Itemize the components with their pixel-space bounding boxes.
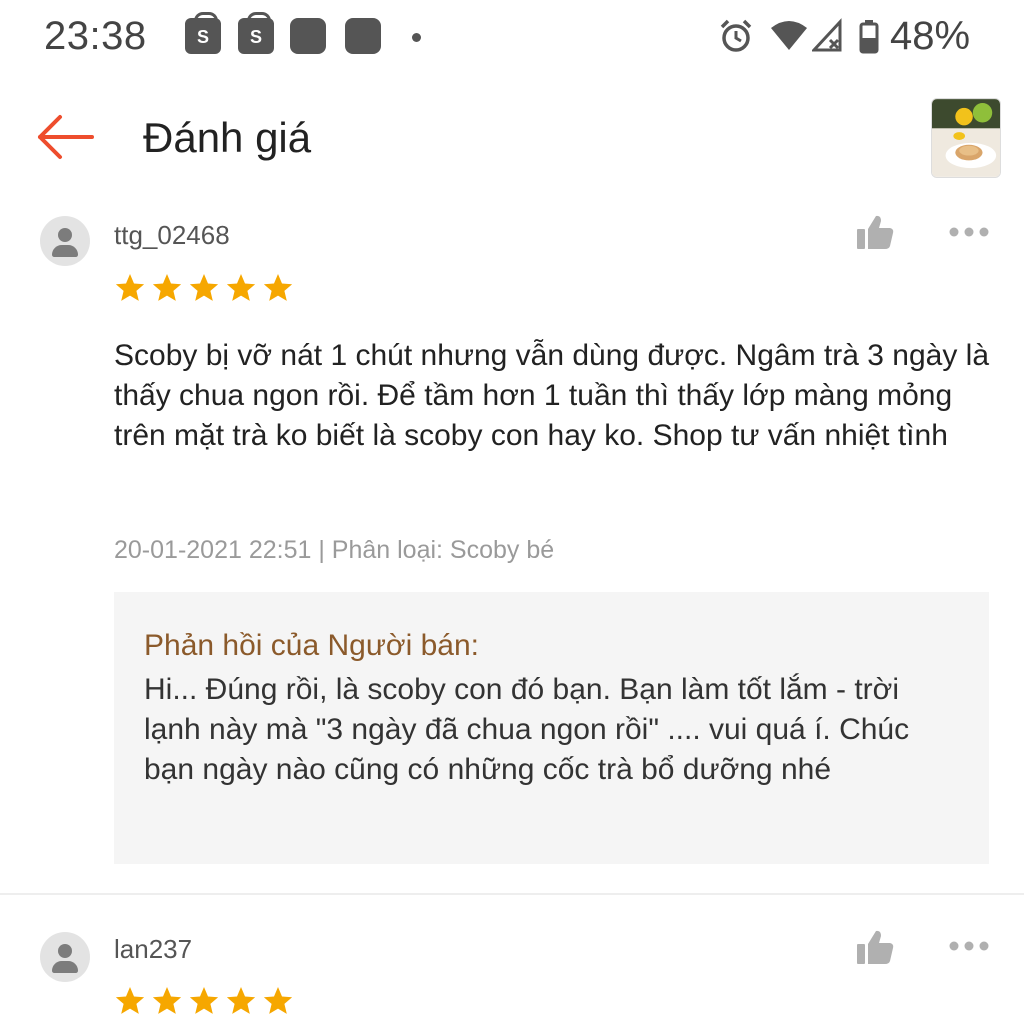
battery-percentage: 48% (890, 14, 971, 58)
star-rating (114, 272, 294, 304)
reviewer-username[interactable]: lan237 (114, 934, 192, 965)
review-item: lan237 (0, 896, 1024, 1024)
thumbs-up-icon (857, 215, 894, 249)
avatar[interactable] (40, 932, 90, 982)
review-meta: 20-01-2021 22:51 | Phân loại: Scoby bé (114, 536, 555, 564)
notification-square-icon (345, 18, 381, 54)
seller-reply-text: Hi... Đúng rồi, là scoby con đó bạn. Bạn… (144, 673, 910, 786)
star-icon (189, 274, 219, 301)
more-dots-icon (949, 941, 989, 951)
more-options-button[interactable] (948, 226, 990, 238)
star-icon (152, 987, 182, 1014)
seller-reply: Phản hồi của Người bán: Hi... Đúng rồi, … (114, 592, 989, 864)
dot-icon (412, 33, 421, 42)
review-item: ttg_02468 Scoby bị vỡ nát 1 chút nhưng v… (0, 196, 1024, 886)
seller-reply-title: Phản hồi của Người bán: (144, 629, 479, 662)
star-icon (263, 987, 293, 1014)
status-bar: 23:38 S S 48% (0, 0, 1024, 76)
more-options-button[interactable] (948, 940, 990, 952)
signal-icon (812, 18, 842, 52)
shopee-bag-icon: S (185, 12, 221, 54)
status-time: 23:38 (44, 14, 147, 58)
app-header: Đánh giá (0, 76, 1024, 196)
arrow-left-icon (38, 115, 94, 159)
more-dots-icon (949, 227, 989, 237)
battery-icon (859, 20, 879, 54)
thumbs-up-icon (857, 930, 894, 964)
shopee-bag-icon: S (238, 12, 274, 54)
notification-square-icon (290, 18, 326, 54)
star-icon (115, 987, 145, 1014)
star-icon (115, 274, 145, 301)
user-icon (58, 228, 72, 242)
back-button[interactable] (32, 112, 98, 162)
wifi-icon (771, 21, 807, 50)
like-button[interactable] (856, 214, 894, 250)
avatar[interactable] (40, 216, 90, 266)
star-icon (189, 987, 219, 1014)
review-text: Scoby bị vỡ nát 1 chút nhưng vẫn dùng đư… (114, 339, 990, 452)
product-thumbnail[interactable] (931, 98, 1001, 178)
star-icon (152, 274, 182, 301)
star-rating (114, 985, 294, 1017)
star-icon (263, 274, 293, 301)
divider (0, 893, 1024, 895)
like-button[interactable] (856, 929, 894, 965)
alarm-icon (720, 19, 752, 52)
star-icon (226, 274, 256, 301)
reviewer-username[interactable]: ttg_02468 (114, 220, 230, 251)
star-icon (226, 987, 256, 1014)
user-icon (58, 944, 72, 958)
page-title: Đánh giá (143, 114, 312, 161)
